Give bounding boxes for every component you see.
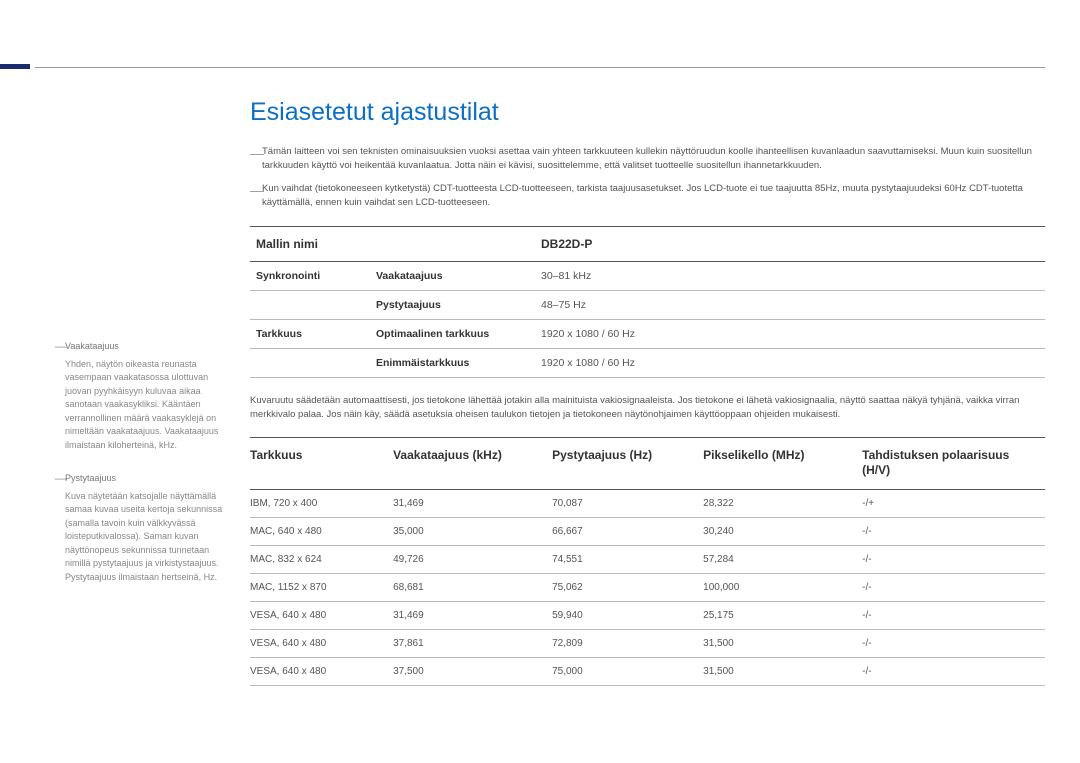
spec-header-label: Mallin nimi (250, 227, 535, 262)
spec-sublabel: Vaakataajuus (370, 262, 535, 291)
dash-icon: ― (55, 472, 65, 486)
top-divider (35, 67, 1045, 68)
table-row: VESA, 640 x 48037,86172,80931,500-/- (250, 629, 1045, 657)
table-cell: 31,500 (703, 629, 862, 657)
table-cell: 49,726 (393, 545, 552, 573)
col-hfreq: Vaakataajuus (kHz) (393, 437, 552, 489)
table-cell: 74,551 (552, 545, 703, 573)
sidebar-notes: ― Vaakataajuus Yhden, näytön oikeasta re… (55, 340, 230, 604)
table-cell: MAC, 640 x 480 (250, 517, 393, 545)
table-cell: VESA, 640 x 480 (250, 601, 393, 629)
dash-icon: ― (55, 340, 65, 354)
description-paragraph: Kuvaruutu säädetään automaattisesti, jos… (250, 394, 1045, 423)
table-cell: MAC, 1152 x 870 (250, 573, 393, 601)
table-cell: 31,469 (393, 601, 552, 629)
table-cell: 57,284 (703, 545, 862, 573)
table-cell: IBM, 720 x 400 (250, 489, 393, 517)
table-cell: -/- (862, 657, 1045, 685)
col-vfreq: Pystytaajuus (Hz) (552, 437, 703, 489)
table-cell: 59,940 (552, 601, 703, 629)
spec-sublabel: Optimaalinen tarkkuus (370, 320, 535, 349)
spec-sublabel: Pystytaajuus (370, 291, 535, 320)
table-cell: 37,500 (393, 657, 552, 685)
spec-value: 1920 x 1080 / 60 Hz (535, 349, 1045, 378)
col-resolution: Tarkkuus (250, 437, 393, 489)
table-cell: 35,000 (393, 517, 552, 545)
sidebar-note-title: Vaakataajuus (65, 340, 119, 354)
spec-label: Tarkkuus (250, 320, 370, 349)
table-row: MAC, 640 x 48035,00066,66730,240-/- (250, 517, 1045, 545)
col-pixelclock: Pikselikello (MHz) (703, 437, 862, 489)
table-header-row: Mallin nimi DB22D-P (250, 227, 1045, 262)
table-row: Pystytaajuus 48–75 Hz (250, 291, 1045, 320)
table-cell: 31,500 (703, 657, 862, 685)
table-cell: -/- (862, 517, 1045, 545)
table-cell: 72,809 (552, 629, 703, 657)
table-cell: 28,322 (703, 489, 862, 517)
page-title: Esiasetetut ajastustilat (250, 98, 1045, 127)
table-cell: 68,681 (393, 573, 552, 601)
table-row: VESA, 640 x 48031,46959,94025,175-/- (250, 601, 1045, 629)
table-cell: 25,175 (703, 601, 862, 629)
timing-modes-table: Tarkkuus Vaakataajuus (kHz) Pystytaajuus… (250, 437, 1045, 686)
col-polarity: Tahdistuksen polaarisuus (H/V) (862, 437, 1045, 489)
table-cell: -/- (862, 629, 1045, 657)
dash-icon: ― (250, 145, 262, 174)
spec-value: 1920 x 1080 / 60 Hz (535, 320, 1045, 349)
table-cell: -/- (862, 573, 1045, 601)
table-row: MAC, 832 x 62449,72674,55157,284-/- (250, 545, 1045, 573)
accent-bar (0, 64, 30, 69)
table-cell: VESA, 640 x 480 (250, 657, 393, 685)
table-cell: 75,000 (552, 657, 703, 685)
table-header-row: Tarkkuus Vaakataajuus (kHz) Pystytaajuus… (250, 437, 1045, 489)
spec-value: 48–75 Hz (535, 291, 1045, 320)
table-cell: 31,469 (393, 489, 552, 517)
table-row: VESA, 640 x 48037,50075,00031,500-/- (250, 657, 1045, 685)
table-cell: 100,000 (703, 573, 862, 601)
table-cell: VESA, 640 x 480 (250, 629, 393, 657)
table-cell: 30,240 (703, 517, 862, 545)
spec-header-model: DB22D-P (535, 227, 1045, 262)
sidebar-note-vaakataajuus: ― Vaakataajuus Yhden, näytön oikeasta re… (55, 340, 230, 452)
intro-text: Kun vaihdat (tietokoneeseen kytketystä) … (262, 182, 1045, 211)
sidebar-note-pystytaajuus: ― Pystytaajuus Kuva näytetään katsojalle… (55, 472, 230, 584)
table-cell: 70,087 (552, 489, 703, 517)
sidebar-note-body: Kuva näytetään katsojalle näyttämällä sa… (55, 490, 230, 585)
spec-label: Synkronointi (250, 262, 370, 291)
table-cell: 37,861 (393, 629, 552, 657)
table-cell: -/+ (862, 489, 1045, 517)
spec-label (250, 291, 370, 320)
table-cell: 66,667 (552, 517, 703, 545)
table-cell: MAC, 832 x 624 (250, 545, 393, 573)
spec-value: 30–81 kHz (535, 262, 1045, 291)
table-cell: -/- (862, 601, 1045, 629)
table-row: Synkronointi Vaakataajuus 30–81 kHz (250, 262, 1045, 291)
spec-label (250, 349, 370, 378)
intro-item: ― Tämän laitteen voi sen teknisten omina… (250, 145, 1045, 174)
table-cell: -/- (862, 545, 1045, 573)
intro-text: Tämän laitteen voi sen teknisten ominais… (262, 145, 1045, 174)
spec-sublabel: Enimmäistarkkuus (370, 349, 535, 378)
table-row: Tarkkuus Optimaalinen tarkkuus 1920 x 10… (250, 320, 1045, 349)
model-specs-table: Mallin nimi DB22D-P Synkronointi Vaakata… (250, 226, 1045, 378)
main-content: Esiasetetut ajastustilat ― Tämän laittee… (250, 98, 1045, 686)
dash-icon: ― (250, 182, 262, 211)
table-cell: 75,062 (552, 573, 703, 601)
table-row: Enimmäistarkkuus 1920 x 1080 / 60 Hz (250, 349, 1045, 378)
table-row: MAC, 1152 x 87068,68175,062100,000-/- (250, 573, 1045, 601)
sidebar-note-body: Yhden, näytön oikeasta reunasta vasempaa… (55, 358, 230, 453)
table-row: IBM, 720 x 40031,46970,08728,322-/+ (250, 489, 1045, 517)
sidebar-note-title: Pystytaajuus (65, 472, 116, 486)
intro-item: ― Kun vaihdat (tietokoneeseen kytketystä… (250, 182, 1045, 211)
